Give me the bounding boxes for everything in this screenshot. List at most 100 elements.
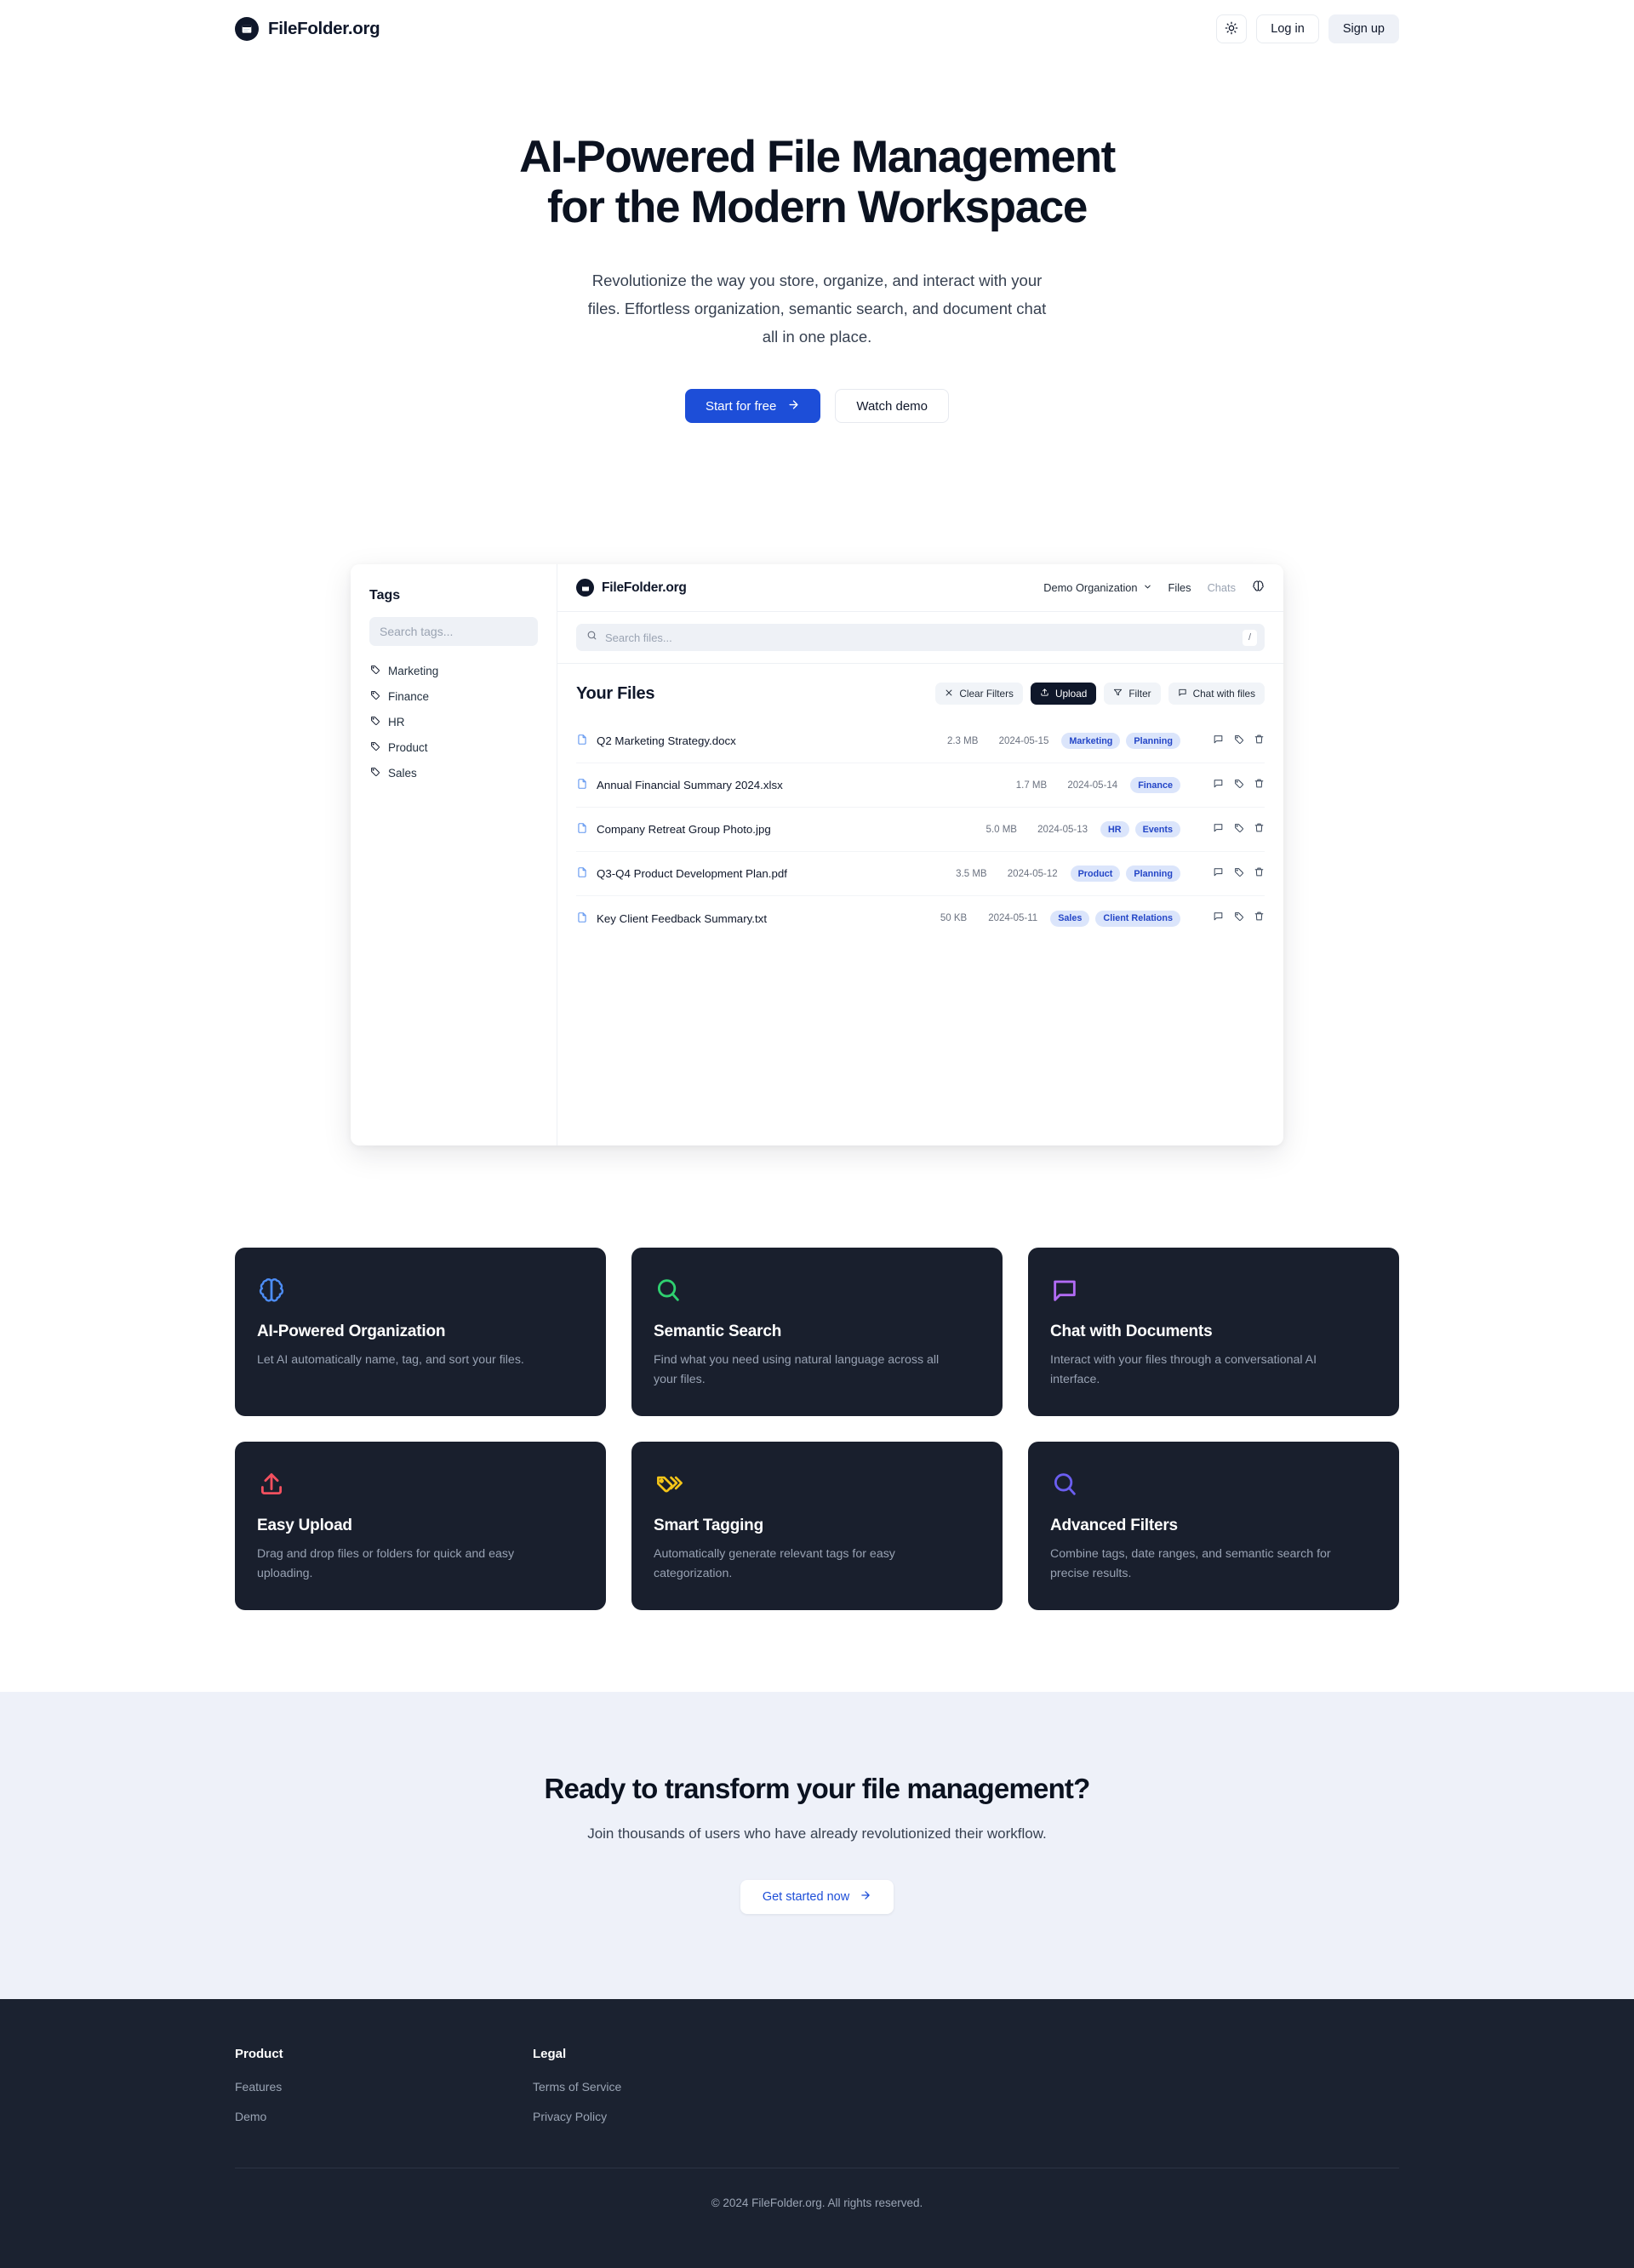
trash-icon[interactable] — [1254, 734, 1265, 749]
table-row[interactable]: Q2 Marketing Strategy.docx 2.3 MB 2024-0… — [576, 719, 1265, 764]
app-nav-files[interactable]: Files — [1168, 581, 1191, 594]
file-date: 2024-05-14 — [1067, 780, 1118, 791]
filter-label: Filter — [1128, 688, 1151, 700]
filter-button[interactable]: Filter — [1104, 683, 1161, 706]
status-badge[interactable]: Marketing — [1061, 733, 1121, 750]
file-tag-badges: Product Planning — [1070, 865, 1180, 883]
tag-search-placeholder: Search tags... — [380, 625, 454, 639]
trash-icon[interactable] — [1254, 911, 1265, 926]
tag-item-finance[interactable]: Finance — [369, 689, 538, 703]
status-badge[interactable]: Planning — [1126, 733, 1180, 750]
file-search-placeholder: Search files... — [605, 631, 672, 644]
chat-bubble-icon[interactable] — [1213, 866, 1224, 882]
tag-icon — [369, 766, 380, 780]
organization-selector[interactable]: Demo Organization — [1043, 581, 1151, 594]
file-meta-cell: 50 KB 2024-05-11 — [924, 913, 1037, 923]
feature-card-ai-powered-organization: AI-Powered Organization Let AI automatic… — [235, 1248, 606, 1417]
file-size: 1.7 MB — [1015, 780, 1048, 791]
tag-icon[interactable] — [1233, 866, 1244, 882]
feature-title: Chat with Documents — [1050, 1323, 1213, 1341]
table-row[interactable]: Q3-Q4 Product Development Plan.pdf 3.5 M… — [576, 852, 1265, 897]
feature-description: Find what you need using natural languag… — [654, 1353, 940, 1386]
file-size: 2.3 MB — [946, 735, 979, 746]
files-zone: Your Files Clear Filters Upload Filter C… — [557, 664, 1283, 1145]
search-icon — [586, 630, 597, 645]
tag-icon[interactable] — [1233, 778, 1244, 793]
app-nav: Demo Organization Files Chats — [1043, 580, 1265, 597]
trash-icon[interactable] — [1254, 822, 1265, 837]
table-row[interactable]: Key Client Feedback Summary.txt 50 KB 20… — [576, 896, 1265, 940]
file-tag-badges: Marketing Planning — [1061, 733, 1180, 750]
footer-column-title: Product — [235, 2047, 283, 2062]
file-row-actions — [1197, 866, 1265, 882]
tag-item-marketing[interactable]: Marketing — [369, 664, 538, 677]
table-row[interactable]: Annual Financial Summary 2024.xlsx 1.7 M… — [576, 763, 1265, 808]
app-brand-name: FileFolder.org — [602, 580, 687, 595]
feature-card-semantic-search: Semantic Search Find what you need using… — [631, 1248, 1003, 1417]
file-meta-cell: 2.3 MB 2024-05-15 — [935, 736, 1048, 746]
footer-link-privacy-policy[interactable]: Privacy Policy — [533, 2110, 607, 2123]
tag-item-hr[interactable]: HR — [369, 715, 538, 728]
hero-title: AI-Powered File Management for the Moder… — [366, 132, 1268, 233]
status-badge[interactable]: HR — [1100, 821, 1129, 838]
features-grid: AI-Powered Organization Let AI automatic… — [0, 1145, 1634, 1692]
chat-with-files-button[interactable]: Chat with files — [1168, 683, 1265, 706]
chat-bubble-icon[interactable] — [1213, 778, 1224, 793]
folder-window-icon — [235, 17, 259, 41]
app-main-pane: FileFolder.org Demo Organization Files C… — [557, 564, 1283, 1145]
status-badge[interactable]: Sales — [1050, 910, 1090, 927]
tag-item-product[interactable]: Product — [369, 740, 538, 754]
status-badge[interactable]: Client Relations — [1095, 910, 1180, 927]
status-badge[interactable]: Product — [1070, 865, 1121, 883]
trash-icon[interactable] — [1254, 866, 1265, 882]
chat-bubble-icon[interactable] — [1213, 822, 1224, 837]
navbar-actions: Log in Sign up — [1216, 14, 1399, 43]
trash-icon[interactable] — [1254, 778, 1265, 793]
footer-link-features[interactable]: Features — [235, 2080, 282, 2094]
theme-toggle-button[interactable] — [1216, 14, 1248, 43]
hero-title-line2: for the Modern Workspace — [547, 182, 1088, 233]
tag-item-sales[interactable]: Sales — [369, 766, 538, 780]
signup-button[interactable]: Sign up — [1328, 14, 1399, 43]
app-brand[interactable]: FileFolder.org — [576, 579, 687, 597]
footer-link-demo[interactable]: Demo — [235, 2110, 266, 2123]
brand-name: FileFolder.org — [268, 19, 380, 38]
tag-search-input[interactable]: Search tags... — [369, 617, 538, 647]
tag-icon[interactable] — [1233, 822, 1244, 837]
table-row[interactable]: Company Retreat Group Photo.jpg 5.0 MB 2… — [576, 808, 1265, 853]
tag-icon[interactable] — [1233, 911, 1244, 926]
watch-demo-button[interactable]: Watch demo — [835, 389, 950, 424]
app-header: FileFolder.org Demo Organization Files C… — [557, 564, 1283, 613]
close-icon — [945, 688, 953, 700]
files-toolbar: Clear Filters Upload Filter Chat with fi… — [935, 683, 1265, 706]
app-nav-chats[interactable]: Chats — [1208, 581, 1236, 594]
search-icon — [654, 1273, 980, 1307]
file-name: Company Retreat Group Photo.jpg — [597, 823, 771, 837]
hero-subtitle-line3: all in one place. — [762, 327, 872, 346]
hero-title-line1: AI-Powered File Management — [519, 132, 1116, 182]
arrow-right-icon — [787, 398, 800, 414]
tag-icon[interactable] — [1233, 734, 1244, 749]
chat-bubble-icon[interactable] — [1213, 911, 1224, 926]
file-search-input[interactable]: Search files... / — [576, 624, 1265, 652]
start-for-free-button[interactable]: Start for free — [684, 389, 821, 424]
footer-link-terms-of-service[interactable]: Terms of Service — [533, 2080, 621, 2094]
chat-bubble-icon[interactable] — [1213, 734, 1224, 749]
get-started-now-button[interactable]: Get started now — [740, 1880, 894, 1915]
hero-subtitle-line2: files. Effortless organization, semantic… — [587, 299, 1047, 317]
file-name-cell: Company Retreat Group Photo.jpg — [576, 822, 974, 837]
status-badge[interactable]: Planning — [1126, 865, 1180, 883]
tag-icon — [369, 715, 380, 728]
get-started-now-label: Get started now — [762, 1890, 850, 1905]
status-badge[interactable]: Finance — [1130, 777, 1180, 794]
feature-title: Advanced Filters — [1050, 1517, 1178, 1535]
upload-button[interactable]: Upload — [1030, 683, 1097, 706]
clear-filters-button[interactable]: Clear Filters — [935, 683, 1023, 706]
brand-logo[interactable]: FileFolder.org — [235, 17, 380, 41]
file-row-actions — [1197, 778, 1265, 793]
file-date: 2024-05-12 — [1007, 868, 1058, 879]
status-badge[interactable]: Events — [1134, 821, 1180, 838]
brain-icon[interactable] — [1252, 580, 1265, 597]
tag-list: Marketing Finance HR Product Sales — [369, 664, 538, 780]
login-button[interactable]: Log in — [1256, 14, 1319, 43]
